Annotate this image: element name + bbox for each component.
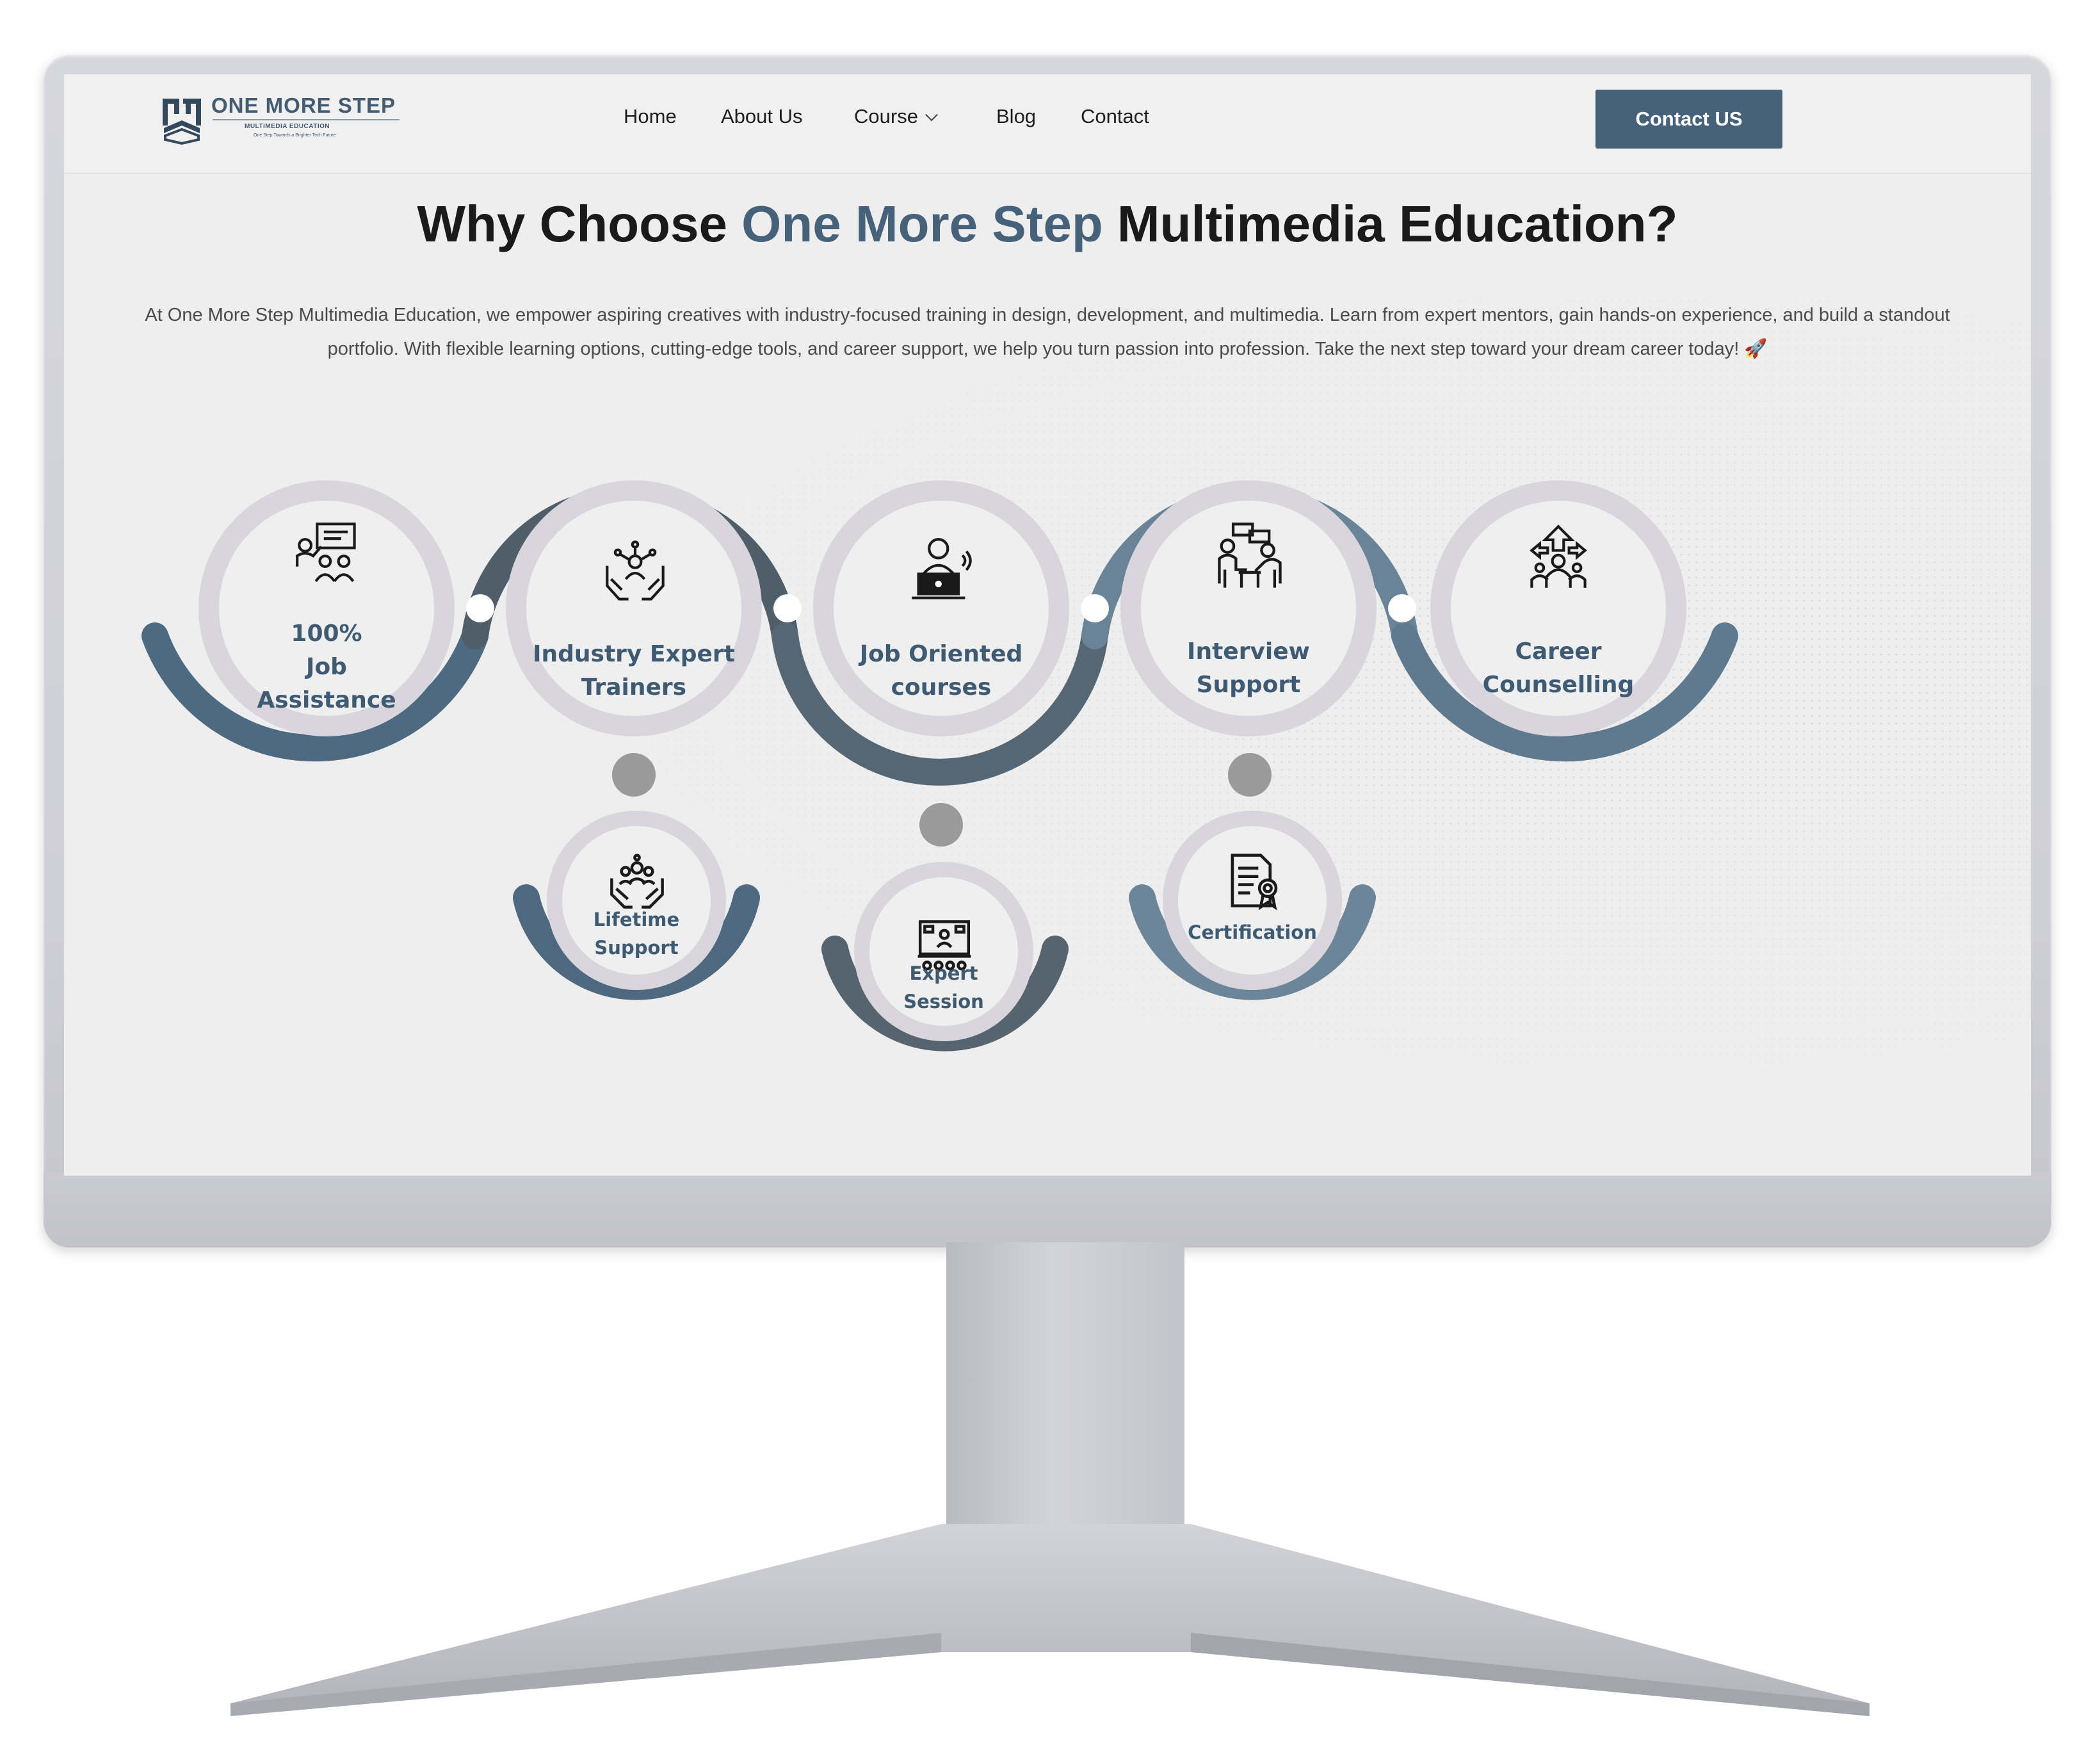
feature-certification: Certification bbox=[1175, 918, 1329, 946]
presentation-icon bbox=[296, 523, 356, 582]
monitor-stand-base bbox=[230, 1524, 1870, 1716]
feature-career-counselling: Career Counselling bbox=[1450, 635, 1667, 702]
career-arrows-icon bbox=[1530, 524, 1587, 588]
laptop-user-icon bbox=[912, 538, 972, 599]
junction-dot-1 bbox=[466, 594, 494, 622]
feature-lifetime-support: Lifetime Support bbox=[560, 905, 713, 962]
feature-job-assistance: 100% Job Assistance bbox=[230, 617, 423, 717]
small-feature-1-line-2: Support bbox=[594, 937, 679, 959]
feature-industry-expert-trainers: Industry Expert Trainers bbox=[525, 638, 743, 704]
interview-icon bbox=[1218, 523, 1282, 588]
junction-dot-2 bbox=[773, 594, 802, 622]
feature-4-line-1: Interview bbox=[1187, 638, 1310, 665]
feature-1-line-3: Assistance bbox=[257, 687, 396, 713]
feature-4-line-2: Support bbox=[1196, 672, 1301, 698]
support-hands-icon bbox=[610, 854, 664, 909]
feature-5-line-1: Career bbox=[1515, 638, 1602, 665]
feature-expert-session: Expert Session bbox=[867, 959, 1021, 1016]
team-hands-icon bbox=[606, 540, 665, 601]
feature-3-line-2: courses bbox=[891, 674, 992, 701]
feature-5-line-2: Counselling bbox=[1482, 672, 1635, 698]
connector-dot-3 bbox=[1228, 753, 1272, 797]
junction-dot-3 bbox=[1081, 594, 1109, 622]
feature-interview-support: Interview Support bbox=[1140, 635, 1357, 702]
connector-dot-2 bbox=[919, 803, 963, 847]
monitor-chin bbox=[44, 1172, 2051, 1247]
feature-job-oriented-courses: Job Oriented courses bbox=[832, 638, 1050, 704]
browser-screen: ONE MORE STEP MULTIMEDIA EDUCATION One S… bbox=[64, 74, 2031, 1176]
small-feature-2-line-2: Session bbox=[903, 991, 984, 1012]
small-feature-2-line-1: Expert bbox=[909, 962, 978, 984]
small-feature-1-line-1: Lifetime bbox=[593, 909, 680, 930]
feature-3-line-1: Job Oriented bbox=[859, 641, 1023, 667]
feature-1-line-2: Job bbox=[306, 654, 347, 680]
small-feature-3-line-1: Certification bbox=[1188, 921, 1317, 943]
junction-dot-4 bbox=[1388, 594, 1416, 622]
feature-2-line-2: Trainers bbox=[581, 674, 687, 701]
feature-2-line-1: Industry Expert bbox=[533, 641, 735, 667]
feature-1-line-1: 100% bbox=[291, 620, 362, 647]
certificate-icon bbox=[1231, 854, 1278, 911]
connector-dot-1 bbox=[612, 753, 656, 797]
